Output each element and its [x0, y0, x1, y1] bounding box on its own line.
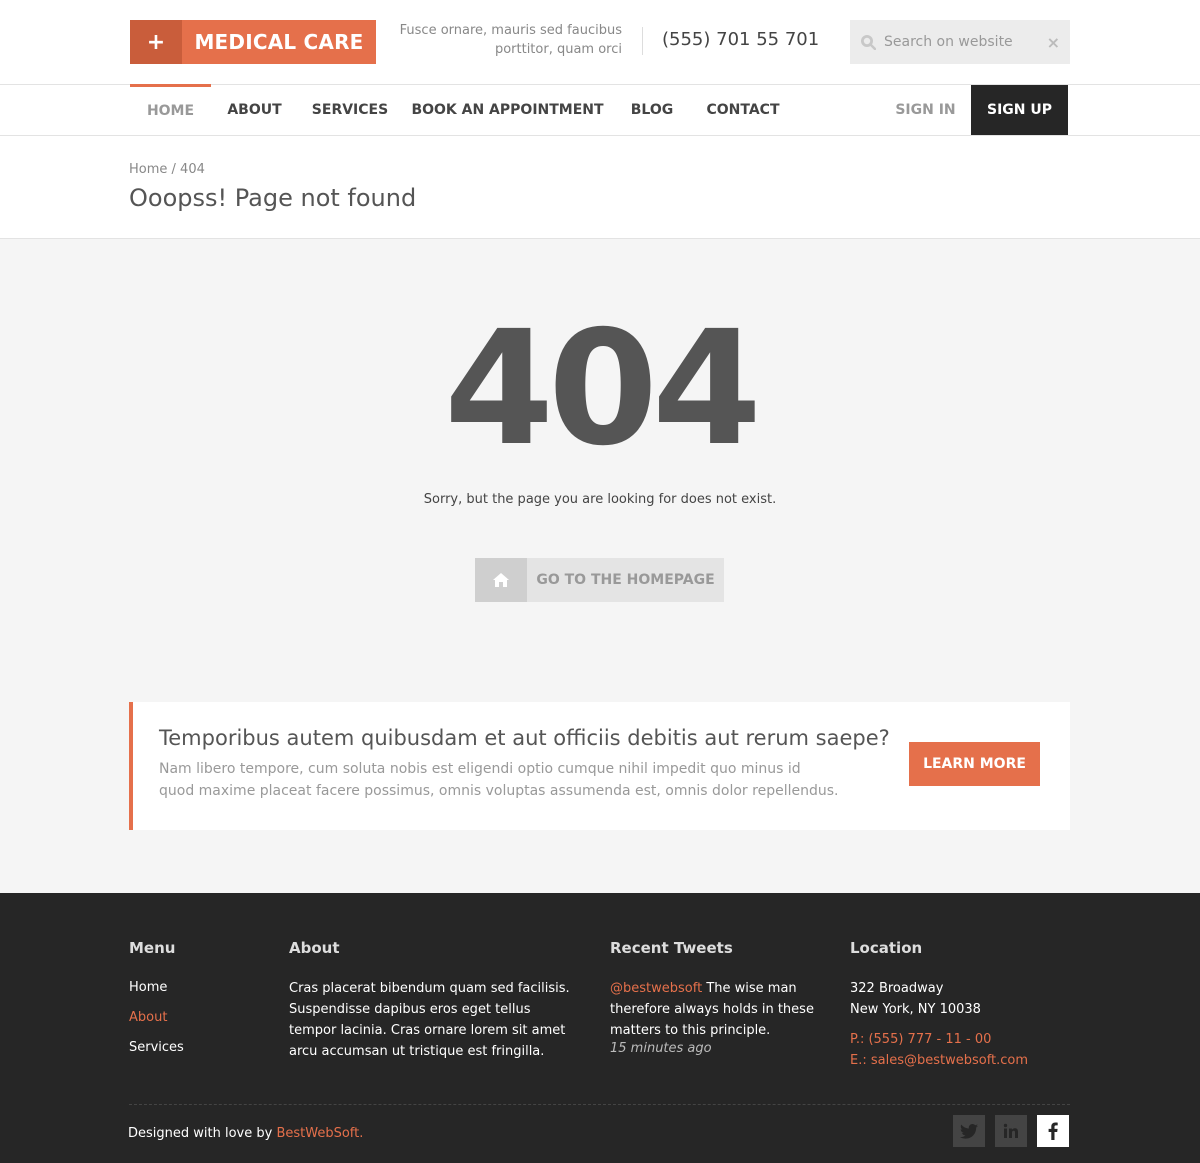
- nav-item-contact[interactable]: CONTACT: [691, 85, 795, 135]
- breadcrumb-current: 404: [180, 162, 205, 177]
- go-homepage-label: GO TO THE HOMEPAGE: [536, 572, 715, 588]
- footer-about-title: About: [289, 939, 340, 957]
- logo[interactable]: + MEDICAL CARE: [130, 20, 376, 64]
- page-header: Home / 404 Ooopss! Page not found: [0, 136, 1200, 239]
- header-divider: [642, 27, 643, 55]
- footer-menu-about[interactable]: About: [129, 1010, 167, 1025]
- address-line-2: New York, NY 10038: [850, 1002, 981, 1017]
- logo-text: MEDICAL CARE: [194, 30, 364, 54]
- cta-text: Nam libero tempore, cum soluta nobis est…: [159, 761, 839, 799]
- footer: Menu Home About Services About Cras plac…: [0, 893, 1200, 1163]
- tagline-line-1: Fusce ornare, mauris sed faucibus: [399, 23, 622, 38]
- learn-more-button[interactable]: LEARN MORE: [909, 742, 1040, 786]
- close-icon[interactable]: ×: [1047, 33, 1060, 52]
- footer-menu-services[interactable]: Services: [129, 1040, 184, 1055]
- nav-item-book-appointment[interactable]: BOOK AN APPOINTMENT: [402, 85, 613, 135]
- footer-menu-home[interactable]: Home: [129, 980, 167, 995]
- cta-title: Temporibus autem quibusdam et aut offici…: [159, 726, 890, 750]
- main-nav: HOME ABOUT SERVICES BOOK AN APPOINTMENT …: [0, 84, 1200, 136]
- tweet-handle-link[interactable]: @bestwebsoft: [610, 981, 702, 996]
- header: + MEDICAL CARE Fusce ornare, mauris sed …: [0, 0, 1200, 85]
- footer-email[interactable]: E.: sales@bestwebsoft.com: [850, 1050, 1028, 1071]
- tagline-line-2: porttitor, quam orci: [494, 42, 622, 57]
- tagline: Fusce ornare, mauris sed faucibus portti…: [392, 21, 622, 59]
- footer-phone[interactable]: P.: (555) 777 - 11 - 00: [850, 1029, 991, 1050]
- footer-tweets-title: Recent Tweets: [610, 939, 733, 957]
- page-title: Ooopss! Page not found: [129, 184, 417, 212]
- go-homepage-button[interactable]: GO TO THE HOMEPAGE: [475, 558, 724, 602]
- tweet-time: 15 minutes ago: [610, 1041, 712, 1056]
- address-line-1: 322 Broadway: [850, 981, 944, 996]
- home-icon: [475, 558, 527, 602]
- error-code: 404: [444, 297, 762, 481]
- error-message: Sorry, but the page you are looking for …: [423, 492, 777, 507]
- nav-item-services[interactable]: SERVICES: [298, 85, 402, 135]
- footer-credits: Designed with love by BestWebSoft.: [128, 1126, 363, 1141]
- sign-up-button[interactable]: SIGN UP: [971, 85, 1068, 135]
- nav-item-home[interactable]: HOME: [130, 84, 211, 134]
- facebook-icon[interactable]: [1037, 1115, 1069, 1147]
- footer-menu-title: Menu: [129, 939, 176, 957]
- tweet: @bestwebsoft The wise man therefore alwa…: [610, 978, 815, 1041]
- nav-item-blog[interactable]: BLOG: [613, 85, 691, 135]
- breadcrumb-separator: /: [167, 162, 181, 177]
- footer-about-text: Cras placerat bibendum quam sed facilisi…: [289, 981, 570, 1059]
- linkedin-icon[interactable]: [995, 1115, 1027, 1147]
- header-phone: (555) 701 55 701: [662, 29, 820, 50]
- breadcrumb: Home / 404: [129, 162, 205, 177]
- cta-box: Temporibus autem quibusdam et aut offici…: [129, 702, 1070, 830]
- search-input[interactable]: [884, 20, 1044, 64]
- footer-location-title: Location: [850, 939, 923, 957]
- search-box: ×: [850, 20, 1070, 64]
- sign-in-link[interactable]: SIGN IN: [880, 85, 971, 135]
- credits-link[interactable]: BestWebSoft.: [276, 1126, 363, 1141]
- search-icon[interactable]: [860, 34, 876, 50]
- twitter-icon[interactable]: [953, 1115, 985, 1147]
- nav-item-about[interactable]: ABOUT: [211, 85, 298, 135]
- credits-prefix: Designed with love by: [128, 1126, 277, 1141]
- breadcrumb-home[interactable]: Home: [129, 162, 167, 177]
- plus-icon: +: [130, 20, 182, 64]
- footer-divider: [129, 1104, 1070, 1105]
